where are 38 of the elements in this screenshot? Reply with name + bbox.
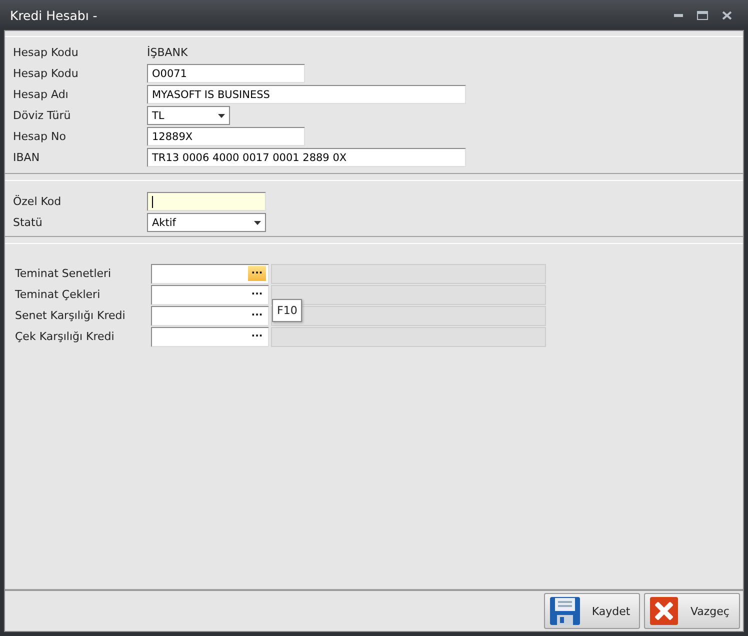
field-label: Döviz Türü: [13, 109, 72, 122]
input-field[interactable]: TR13 0006 4000 0017 0001 2889 0X: [147, 148, 466, 167]
save-button[interactable]: Kaydet: [544, 593, 640, 629]
field-label: Hesap Kodu: [13, 67, 80, 80]
window-title: Kredi Hesabı -: [10, 8, 98, 22]
lookup-field[interactable]: ···: [151, 306, 269, 326]
input-field[interactable]: MYASOFT IS BUSINESS: [147, 85, 466, 104]
field-label: Hesap No: [13, 130, 67, 143]
dropdown-arrow-icon: [218, 114, 225, 118]
lookup-field[interactable]: ···: [151, 284, 269, 304]
field-label: Hesap Adı: [13, 88, 70, 101]
input-field[interactable]: 12889X: [147, 127, 305, 146]
cancel-button[interactable]: Vazgeç: [644, 593, 740, 629]
ellipsis-button[interactable]: ···: [248, 266, 266, 281]
minimize-icon[interactable]: [674, 14, 683, 16]
dropdown-field[interactable]: TL: [147, 106, 230, 125]
field-label: Çek Karşılığı Kredi: [15, 330, 116, 343]
maximize-icon[interactable]: [697, 10, 708, 20]
ellipsis-button[interactable]: ···: [248, 308, 266, 323]
ellipsis-button[interactable]: ···: [248, 329, 266, 344]
field-label: Teminat Çekleri: [15, 288, 102, 301]
lookup-field[interactable]: ···: [151, 326, 269, 346]
field-label: Senet Karşılığı Kredi: [15, 309, 126, 322]
input-field[interactable]: [147, 192, 266, 211]
close-icon[interactable]: [722, 10, 732, 20]
field-label: Statü: [13, 216, 44, 229]
field-value: İŞBANK: [147, 46, 188, 59]
field-label: Özel Kod: [13, 195, 62, 208]
ellipsis-button[interactable]: ···: [248, 287, 266, 302]
field-label: Hesap Kodu: [13, 46, 80, 59]
lookup-field[interactable]: ···: [151, 264, 269, 284]
dropdown-field[interactable]: Aktif: [147, 213, 266, 232]
dropdown-arrow-icon: [254, 220, 261, 224]
input-field[interactable]: O0071: [147, 64, 305, 83]
field-label: IBAN: [13, 151, 41, 164]
field-label: Teminat Senetleri: [15, 267, 112, 280]
tooltip: F10: [272, 299, 302, 322]
cross-icon: [649, 596, 679, 626]
